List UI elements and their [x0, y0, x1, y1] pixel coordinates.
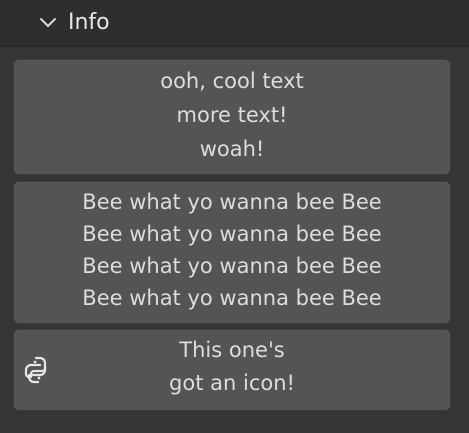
text-box: ooh, cool text more text! woah!: [13, 59, 451, 175]
panel-title: Info: [68, 10, 110, 35]
text-line: Bee what yo wanna bee Bee: [82, 254, 382, 278]
text-line: more text!: [176, 103, 288, 127]
text-line: got an icon!: [169, 371, 295, 395]
text-box-with-icon: This one's got an icon!: [13, 329, 451, 411]
text-line: Bee what yo wanna bee Bee: [82, 222, 382, 246]
text-line: This one's: [179, 338, 285, 362]
chevron-down-icon[interactable]: [38, 13, 58, 33]
panel-header[interactable]: Info: [0, 0, 469, 47]
text-line: woah!: [199, 137, 265, 161]
text-box: Bee what yo wanna bee Bee Bee what yo wa…: [13, 181, 451, 324]
text-line: Bee what yo wanna bee Bee: [82, 190, 382, 214]
info-panel: Info ooh, cool text more text! woah! Bee…: [0, 0, 469, 433]
text-line: ooh, cool text: [160, 69, 304, 93]
text-line: Bee what yo wanna bee Bee: [82, 286, 382, 310]
